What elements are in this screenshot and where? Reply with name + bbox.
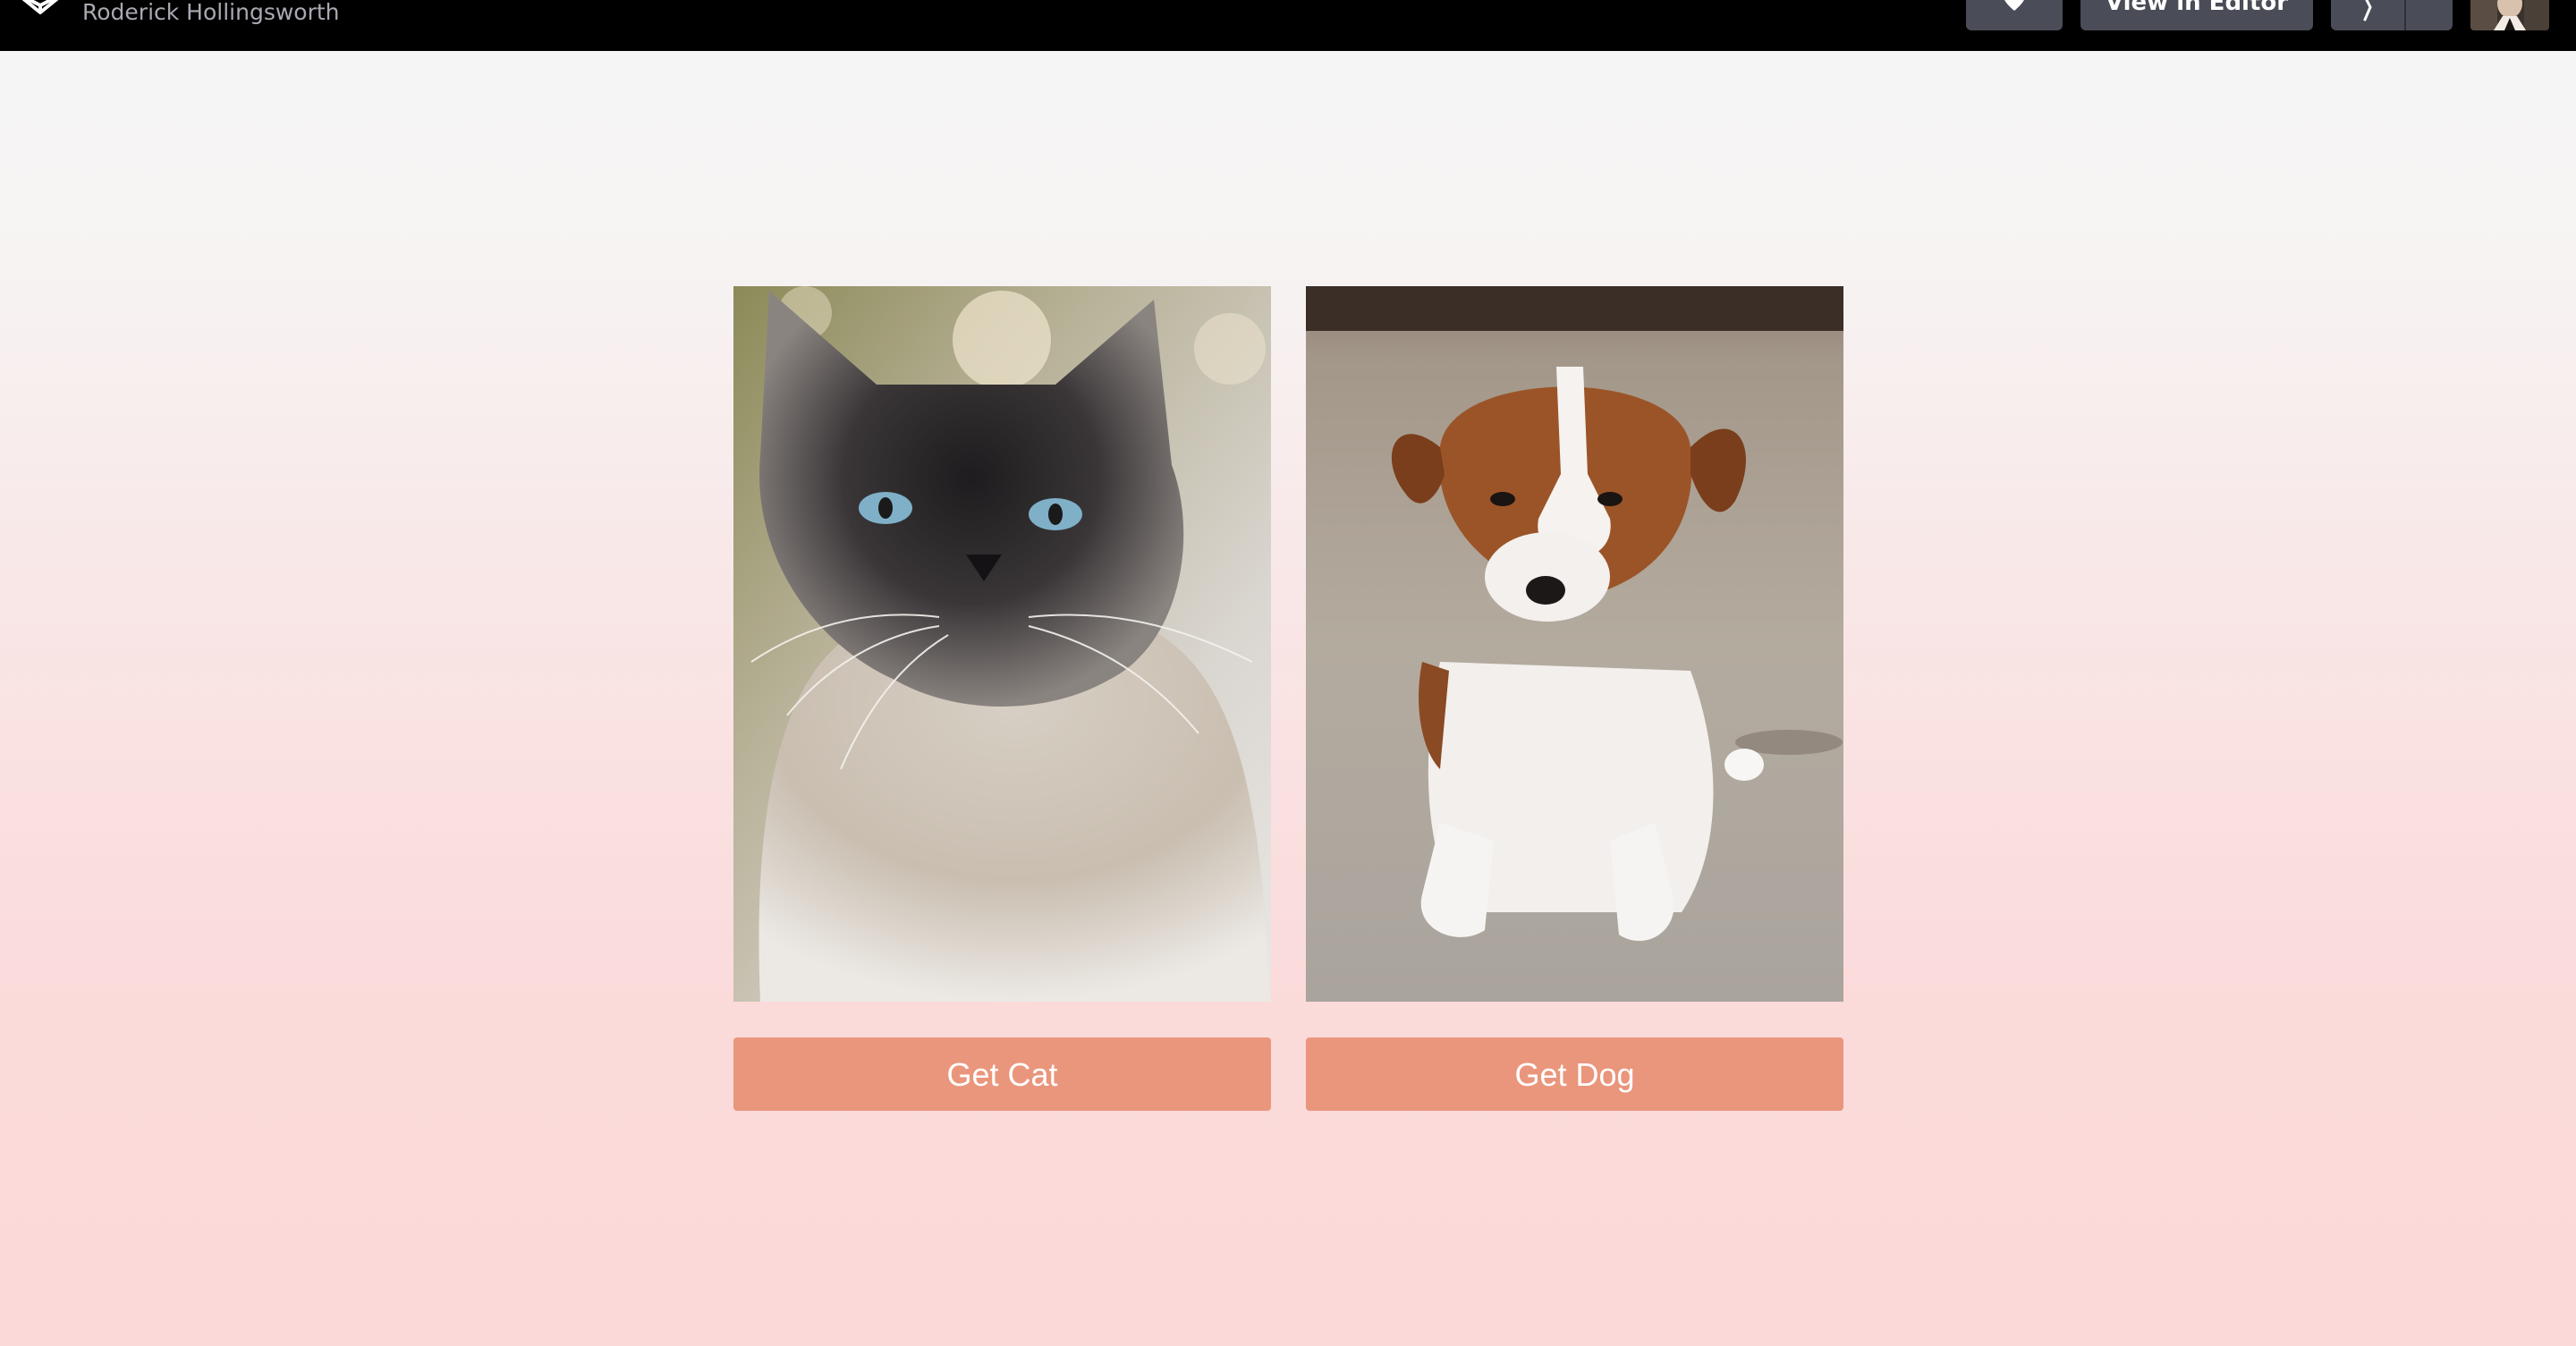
author-name[interactable]: Roderick Hollingsworth bbox=[82, 0, 340, 25]
get-dog-button[interactable]: Get Dog bbox=[1306, 1037, 1843, 1111]
more-options-button[interactable] bbox=[2406, 0, 2453, 30]
dog-photo bbox=[1306, 286, 1843, 1002]
cat-photo bbox=[733, 286, 1271, 1002]
fork-button[interactable] bbox=[2331, 0, 2404, 30]
fork-icon bbox=[2363, 0, 2372, 21]
fork-button-group[interactable] bbox=[2331, 0, 2453, 30]
heart-button[interactable] bbox=[1966, 0, 2063, 30]
get-cat-button[interactable]: Get Cat bbox=[733, 1037, 1271, 1111]
view-in-editor-label: View in Editor bbox=[2105, 0, 2289, 16]
top-bar: Roderick Hollingsworth View in Editor bbox=[0, 0, 2576, 51]
view-in-editor-button[interactable]: View in Editor bbox=[2080, 0, 2313, 30]
user-avatar[interactable] bbox=[2470, 0, 2549, 30]
heart-icon bbox=[2004, 0, 2024, 11]
codepen-logo-icon[interactable] bbox=[11, 0, 70, 23]
